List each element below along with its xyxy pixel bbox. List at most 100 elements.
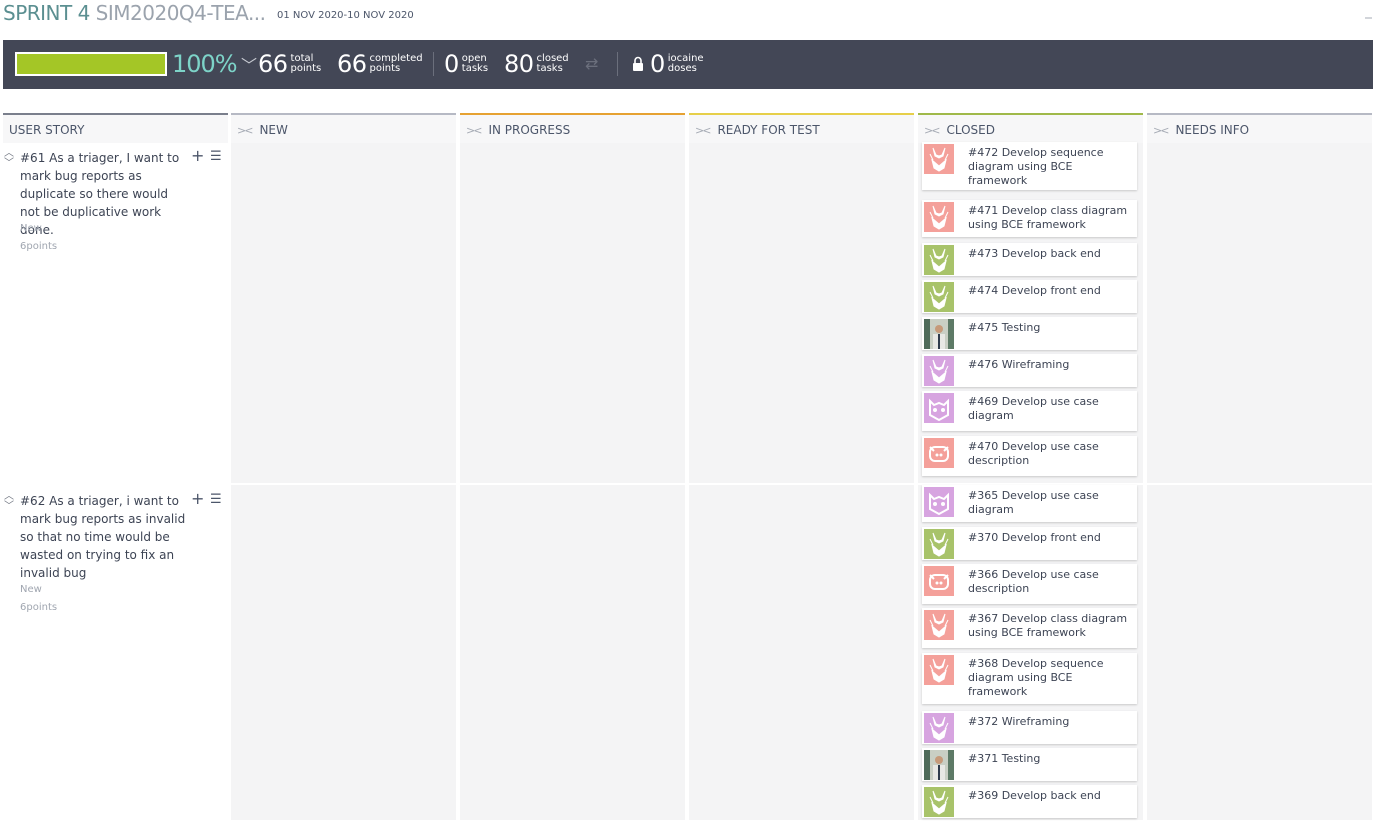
column-new-body bbox=[231, 143, 456, 820]
task-card[interactable]: #372 Wireframing bbox=[922, 711, 1137, 744]
task-title[interactable]: #371 Testing bbox=[968, 752, 1128, 766]
sprint-title: SPRINT 4 SIM2020Q4-TEA... bbox=[3, 1, 266, 25]
task-title[interactable]: #476 Wireframing bbox=[968, 358, 1128, 372]
sprint-stats-bar: 100% ﹀ 66 total points 66 completed points… bbox=[3, 40, 1373, 89]
rabbit-red-icon[interactable] bbox=[924, 655, 954, 685]
column-needs-info-body bbox=[1147, 143, 1372, 820]
fold-column-icon[interactable]: >< bbox=[924, 124, 941, 137]
completed-points-stat: 66 completed points bbox=[337, 50, 423, 78]
rabbit-red-icon[interactable] bbox=[924, 202, 954, 232]
rabbit-purple-icon[interactable] bbox=[924, 356, 954, 386]
task-card[interactable]: #473 Develop back end bbox=[922, 243, 1137, 276]
pig-red-icon[interactable] bbox=[924, 438, 954, 468]
task-card[interactable]: #469 Develop use case diagram bbox=[922, 391, 1137, 431]
fold-column-icon[interactable]: >< bbox=[466, 124, 483, 137]
rabbit-purple-icon[interactable] bbox=[924, 713, 954, 743]
task-card[interactable]: #370 Develop front end bbox=[922, 527, 1137, 560]
iocaine-doses-value: 0 bbox=[650, 50, 665, 78]
user-story-card[interactable]: ︿ ﹀ #61 As a triager, I want to mark bug … bbox=[3, 146, 228, 479]
bulk-add-tasks-icon[interactable]: ☰ bbox=[210, 492, 222, 507]
fold-column-icon[interactable]: >< bbox=[695, 124, 712, 137]
bulk-add-tasks-icon[interactable]: ☰ bbox=[210, 149, 222, 164]
task-title[interactable]: #475 Testing bbox=[968, 321, 1128, 335]
sprint-dates: 01 NOV 2020-10 NOV 2020 bbox=[277, 10, 414, 21]
user-story-card[interactable]: ︿ ﹀ #62 As a triager, i want to mark bug … bbox=[3, 489, 228, 812]
task-title[interactable]: #367 Develop class diagram using BCE fra… bbox=[968, 612, 1128, 640]
column-title: NEEDS INFO bbox=[1175, 123, 1250, 137]
user-photo-icon[interactable] bbox=[924, 750, 954, 780]
column-header-closed[interactable]: >< CLOSED bbox=[918, 113, 1143, 143]
pig-red-icon[interactable] bbox=[924, 566, 954, 596]
task-title[interactable]: #469 Develop use case diagram bbox=[968, 395, 1128, 423]
user-photo-icon[interactable] bbox=[924, 319, 954, 349]
rabbit-green-icon[interactable] bbox=[924, 529, 954, 559]
task-title[interactable]: #370 Develop front end bbox=[968, 531, 1128, 545]
collapse-story-icon[interactable]: ︿ ﹀ bbox=[4, 492, 14, 512]
total-points-value: 66 bbox=[258, 50, 288, 78]
column-ready-for-test-body bbox=[689, 143, 914, 820]
column-header-needs-info[interactable]: >< NEEDS INFO bbox=[1147, 113, 1372, 143]
swap-arrows-icon[interactable]: ⇄ bbox=[585, 54, 598, 73]
column-header-in-progress[interactable]: >< IN PROGRESS bbox=[460, 113, 685, 143]
lock-icon bbox=[633, 56, 643, 71]
task-card[interactable]: #475 Testing bbox=[922, 317, 1137, 350]
collapse-story-icon[interactable]: ︿ ﹀ bbox=[4, 149, 14, 169]
fold-column-icon[interactable]: >< bbox=[237, 124, 254, 137]
task-card[interactable]: #371 Testing bbox=[922, 748, 1137, 781]
closed-tasks-stat: 80 closed tasks bbox=[504, 50, 569, 78]
closed-tasks-label2: tasks bbox=[536, 63, 563, 74]
add-task-icon[interactable]: + bbox=[191, 146, 204, 165]
task-card[interactable]: #367 Develop class diagram using BCE fra… bbox=[922, 608, 1137, 648]
column-title: USER STORY bbox=[9, 123, 85, 137]
sprint-name[interactable]: SPRINT 4 bbox=[3, 1, 90, 25]
sprint-project[interactable]: SIM2020Q4-TEA... bbox=[96, 1, 266, 25]
task-title[interactable]: #372 Wireframing bbox=[968, 715, 1128, 729]
rabbit-red-icon[interactable] bbox=[924, 144, 954, 174]
cat-purple-icon[interactable] bbox=[924, 487, 954, 517]
task-card[interactable]: #474 Develop front end bbox=[922, 280, 1137, 313]
sprint-header: SPRINT 4 SIM2020Q4-TEA... 01 NOV 2020-10… bbox=[0, 0, 1374, 40]
rabbit-green-icon[interactable] bbox=[924, 282, 954, 312]
cat-purple-icon[interactable] bbox=[924, 393, 954, 423]
task-card[interactable]: #366 Develop use case description bbox=[922, 564, 1137, 604]
iocaine-doses-stat: 0 iocaine doses bbox=[650, 50, 704, 78]
user-story-status[interactable]: New bbox=[20, 223, 42, 234]
user-story-title[interactable]: #62 As a triager, i want to mark bug rep… bbox=[20, 492, 190, 582]
sprint-progress-fill bbox=[17, 54, 165, 74]
task-card[interactable]: #476 Wireframing bbox=[922, 354, 1137, 387]
task-card[interactable]: #472 Develop sequence diagram using BCE … bbox=[922, 142, 1137, 190]
rabbit-red-icon[interactable] bbox=[924, 610, 954, 640]
task-title[interactable]: #368 Develop sequence diagram using BCE … bbox=[968, 657, 1128, 699]
column-header-ready-for-test[interactable]: >< READY FOR TEST bbox=[689, 113, 914, 143]
minimize-icon[interactable] bbox=[1365, 17, 1372, 19]
fold-column-icon[interactable]: >< bbox=[1153, 124, 1170, 137]
user-story-status[interactable]: New bbox=[20, 584, 42, 595]
task-card[interactable]: #365 Develop use case diagram bbox=[922, 485, 1137, 522]
closed-tasks-value: 80 bbox=[504, 50, 534, 78]
row-divider bbox=[231, 483, 1372, 485]
task-title[interactable]: #473 Develop back end bbox=[968, 247, 1128, 261]
task-title[interactable]: #470 Develop use case description bbox=[968, 440, 1128, 468]
stats-divider bbox=[617, 52, 618, 76]
task-card[interactable]: #470 Develop use case description bbox=[922, 436, 1137, 476]
completed-points-value: 66 bbox=[337, 50, 367, 78]
rabbit-green-icon[interactable] bbox=[924, 245, 954, 275]
iocaine-doses-label2: doses bbox=[667, 63, 697, 74]
chevron-down-icon[interactable]: ﹀ bbox=[241, 52, 257, 76]
task-card[interactable]: #369 Develop back end bbox=[922, 785, 1137, 818]
task-title[interactable]: #471 Develop class diagram using BCE fra… bbox=[968, 204, 1128, 232]
task-title[interactable]: #365 Develop use case diagram bbox=[968, 489, 1128, 517]
column-header-new[interactable]: >< NEW bbox=[231, 113, 456, 143]
add-task-icon[interactable]: + bbox=[191, 489, 204, 508]
open-tasks-stat: 0 open tasks bbox=[444, 50, 488, 78]
column-title: NEW bbox=[259, 123, 288, 137]
task-title[interactable]: #369 Develop back end bbox=[968, 789, 1128, 803]
rabbit-green-icon[interactable] bbox=[924, 787, 954, 817]
task-title[interactable]: #474 Develop front end bbox=[968, 284, 1128, 298]
completed-points-label2: points bbox=[369, 63, 401, 74]
task-title[interactable]: #472 Develop sequence diagram using BCE … bbox=[968, 146, 1128, 188]
user-story-title[interactable]: #61 As a triager, I want to mark bug rep… bbox=[20, 149, 190, 239]
task-card[interactable]: #471 Develop class diagram using BCE fra… bbox=[922, 200, 1137, 237]
task-card[interactable]: #368 Develop sequence diagram using BCE … bbox=[922, 653, 1137, 704]
task-title[interactable]: #366 Develop use case description bbox=[968, 568, 1128, 596]
